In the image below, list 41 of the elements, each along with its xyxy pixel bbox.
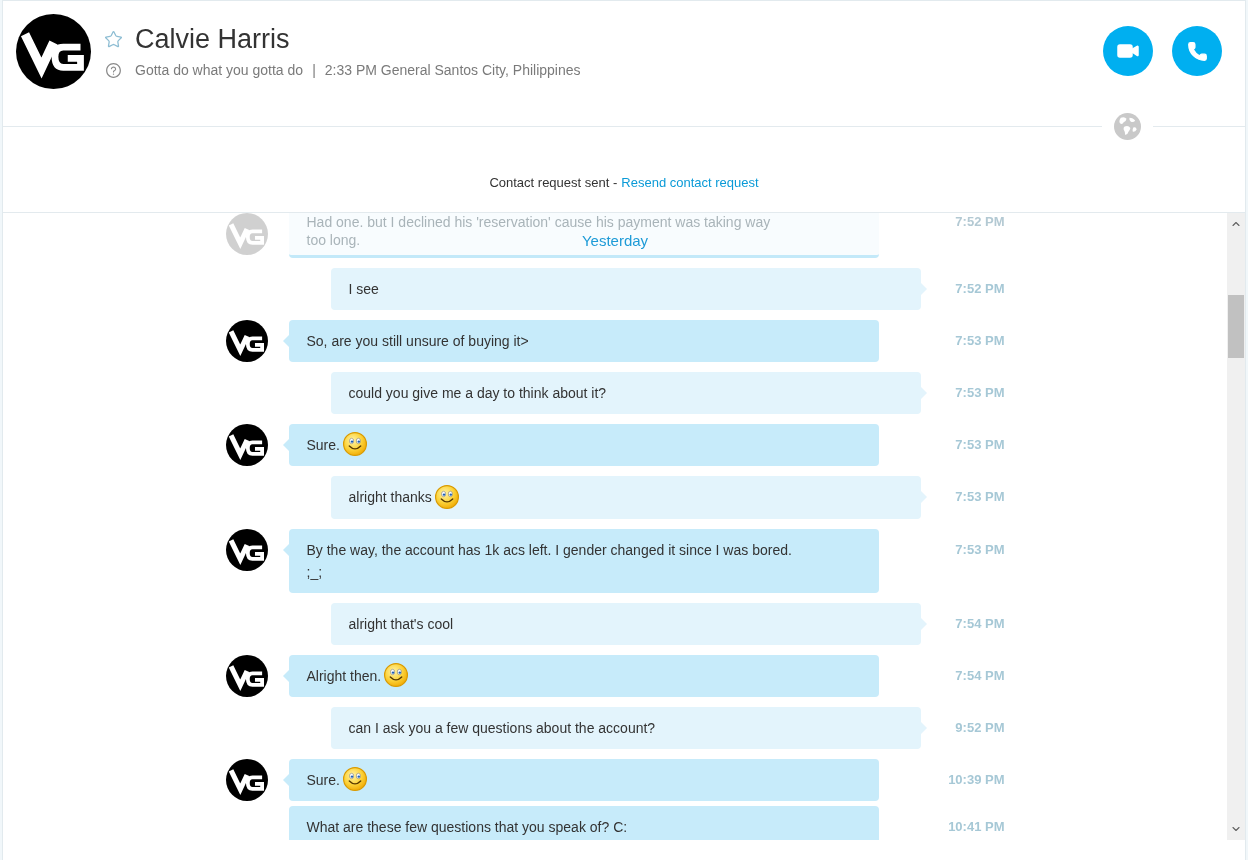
question-icon[interactable] — [105, 61, 122, 79]
message-text: alright that's cool — [348, 615, 454, 632]
message-text: ;_; — [306, 563, 323, 580]
resend-contact-request-link[interactable]: Resend contact request — [621, 174, 759, 191]
message-time: 7:54 PM — [955, 666, 1005, 685]
local-time-location: 2:33 PM General Santos City, Philippines — [324, 60, 581, 80]
scrollbar-thumb[interactable] — [1228, 295, 1244, 358]
message-text: too long. — [306, 232, 361, 248]
audio-call-button[interactable] — [1172, 26, 1222, 76]
message-time: 10:39 PM — [948, 770, 1005, 789]
message-time: 10:41 PM — [948, 818, 1005, 837]
message-time: 9:52 PM — [955, 718, 1005, 737]
message-time: 7:53 PM — [955, 436, 1005, 454]
message-text: alright thanks — [348, 489, 432, 506]
message-time: 7:53 PM — [955, 332, 1005, 350]
message-text: Sure. — [306, 771, 340, 788]
video-call-button[interactable] — [1103, 26, 1153, 76]
message-text: So, are you still unsure of buying it> — [306, 333, 529, 349]
message-text: Alright then. — [306, 667, 382, 684]
date-label: Yesterday — [581, 232, 649, 250]
message-time: 7:53 PM — [955, 540, 1005, 559]
message-text: can I ask you a few questions about the account? — [348, 719, 656, 736]
message-text: What are these few questions that you speak of? C: — [306, 819, 628, 836]
message-text: By the way, the account has 1k acs left. I gender changed it since I was bored. — [306, 541, 792, 558]
message-text: Had one. but I declined his 'reservation' cause his payment was taking way — [306, 214, 771, 230]
mood-message: Gotta do what you gotta do — [135, 60, 304, 80]
scrollbar[interactable] — [1227, 213, 1245, 840]
message-text: could you give me a day to think about it? — [348, 385, 607, 401]
message-time: 7:53 PM — [955, 488, 1005, 507]
contact-request-status: Contact request sent - — [489, 174, 618, 191]
phone-icon — [1186, 40, 1208, 62]
message-time: 7:52 PM — [955, 280, 1005, 298]
separator-text: | — [312, 60, 316, 80]
contact-name: Calvie Harris — [135, 23, 290, 55]
message-text: I see — [348, 281, 379, 297]
message-time: 7:54 PM — [955, 614, 1005, 633]
star-icon[interactable] — [104, 29, 123, 49]
message-text: Sure. — [306, 437, 340, 453]
message-time: 7:53 PM — [955, 384, 1005, 402]
globe-icon[interactable] — [1114, 113, 1141, 140]
message-time: 7:52 PM — [955, 213, 1005, 231]
